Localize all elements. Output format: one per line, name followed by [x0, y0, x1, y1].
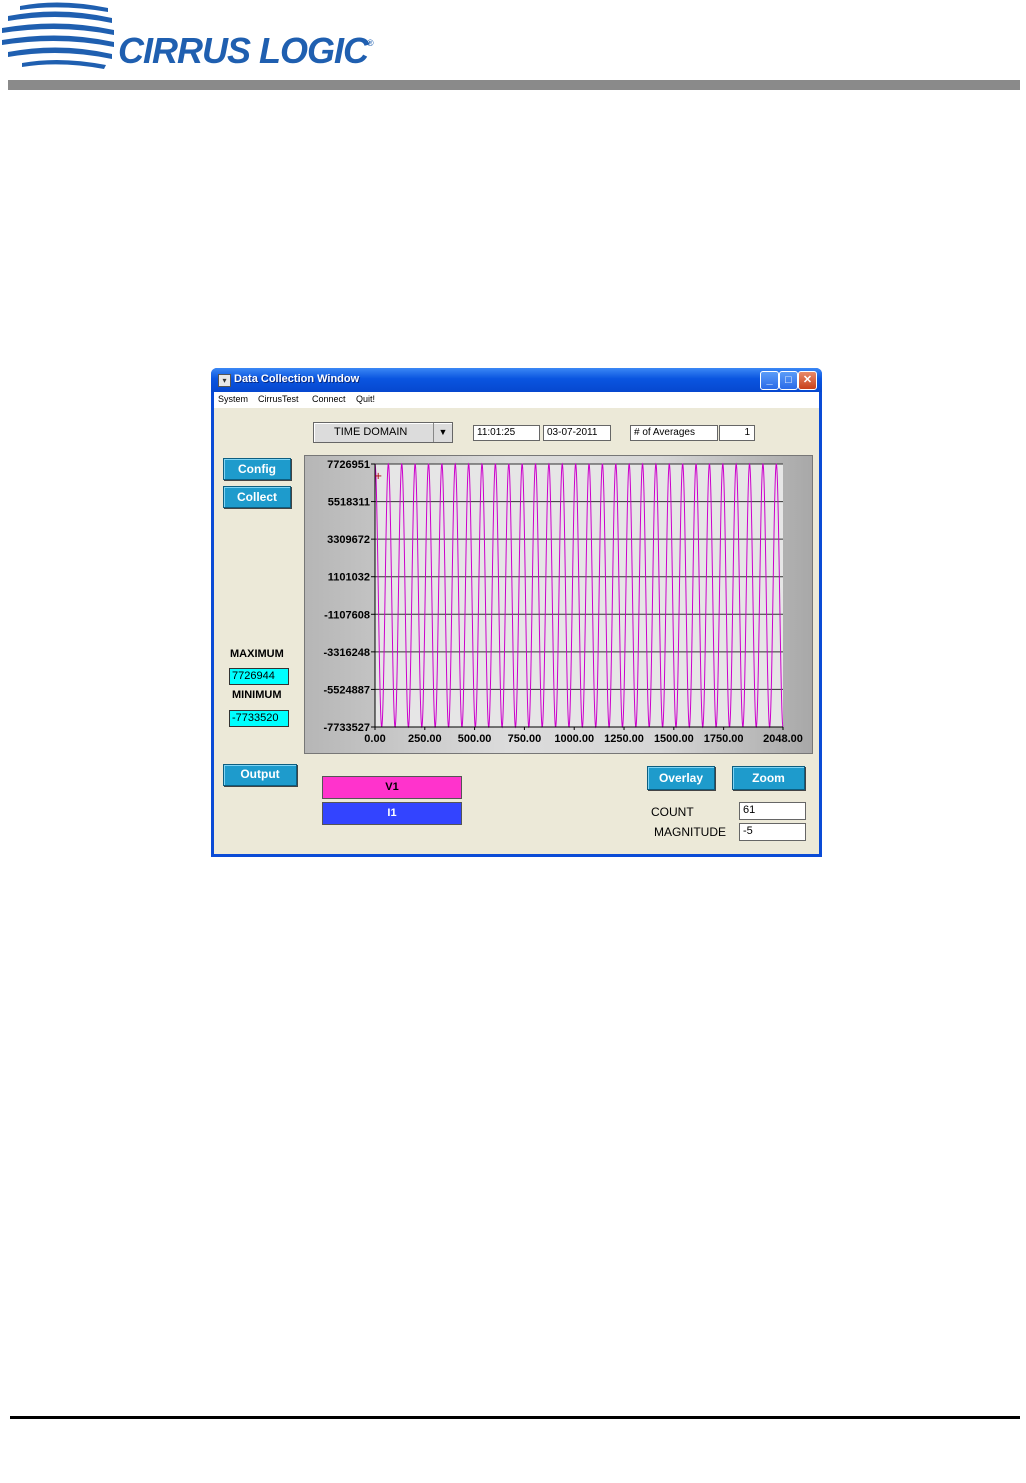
count-input[interactable]: 61 [739, 802, 806, 820]
y-tick-label: 5518311 [328, 497, 370, 509]
config-button[interactable]: Config [223, 458, 291, 480]
x-tick-label: 1250.00 [604, 733, 644, 745]
menu-cirrustest[interactable]: CirrusTest [258, 394, 299, 404]
waveform-chart[interactable]: 7726951 5518311 3309672 1101032 -1107608 -331… [305, 456, 812, 753]
maximum-label: MAXIMUM [230, 648, 284, 660]
chart-panel[interactable]: 7726951 5518311 3309672 1101032 -1107608 -331… [304, 455, 813, 754]
menu-bar: System CirrusTest Connect Quit! [214, 392, 819, 408]
menu-quit[interactable]: Quit! [356, 394, 375, 404]
x-tick-label: 0.00 [364, 733, 385, 745]
y-tick-label: 1101032 [328, 572, 370, 584]
averages-label: # of Averages [630, 425, 718, 441]
collect-button[interactable]: Collect [223, 486, 291, 508]
x-tick-label: 1500.00 [654, 733, 694, 745]
close-icon[interactable]: ✕ [798, 371, 817, 390]
x-tick-label: 500.00 [458, 733, 492, 745]
mode-select[interactable]: TIME DOMAIN ▼ [313, 422, 453, 443]
window-title: Data Collection Window [234, 373, 360, 385]
date-field: 03-07-2011 [543, 425, 611, 441]
y-tick-label: -5524887 [324, 684, 371, 696]
averages-input[interactable]: 1 [719, 425, 755, 441]
y-tick-label: -1107608 [324, 609, 370, 621]
x-tick-label: 750.00 [508, 733, 542, 745]
data-collection-window: ▾ Data Collection Window _ □ ✕ System Ci… [211, 368, 822, 857]
logo-registered-mark: ® [367, 38, 374, 48]
menu-system[interactable]: System [218, 394, 248, 404]
overlay-button[interactable]: Overlay [647, 766, 715, 790]
title-bar[interactable]: ▾ Data Collection Window _ □ ✕ [211, 368, 822, 392]
y-tick-label: 7726951 [327, 459, 370, 471]
x-tick-label: 1750.00 [704, 733, 744, 745]
zoom-button[interactable]: Zoom [732, 766, 805, 790]
cirrus-logic-logo: CIRRUS LOGIC ® [0, 0, 380, 75]
x-tick-label: 1000.00 [554, 733, 594, 745]
footer-rule [10, 1416, 1020, 1419]
magnitude-label: MAGNITUDE [654, 825, 726, 839]
dropdown-arrow-icon[interactable]: ▼ [433, 423, 452, 442]
y-tick-label: 3309672 [327, 534, 370, 546]
window-client-area: TIME DOMAIN ▼ 11:01:25 03-07-2011 # of A… [214, 408, 819, 854]
window-app-icon[interactable]: ▾ [218, 374, 231, 387]
x-tick-label: 250.00 [408, 733, 442, 745]
x-tick-label: 2048.00 [763, 733, 803, 745]
maximum-value: 7726944 [229, 668, 289, 685]
menu-connect[interactable]: Connect [312, 394, 346, 404]
header-rule [8, 80, 1020, 90]
magnitude-input[interactable]: -5 [739, 823, 806, 841]
mode-select-value: TIME DOMAIN [334, 426, 408, 438]
logo-text: CIRRUS LOGIC [118, 30, 369, 71]
y-tick-label: -7733527 [324, 722, 371, 734]
cirrus-logo-swoosh-icon [2, 2, 114, 69]
minimize-icon[interactable]: _ [760, 371, 779, 390]
minimum-value: -7733520 [229, 710, 289, 727]
output-button[interactable]: Output [223, 764, 297, 786]
channel-v1-button[interactable]: V1 [322, 776, 462, 799]
time-field: 11:01:25 [473, 425, 540, 441]
maximize-icon[interactable]: □ [779, 371, 798, 390]
y-tick-label: -3316248 [324, 647, 371, 659]
count-label: COUNT [651, 805, 694, 819]
minimum-label: MINIMUM [232, 689, 282, 701]
cursor-marker-icon: + [374, 471, 382, 482]
channel-i1-button[interactable]: I1 [322, 802, 462, 825]
